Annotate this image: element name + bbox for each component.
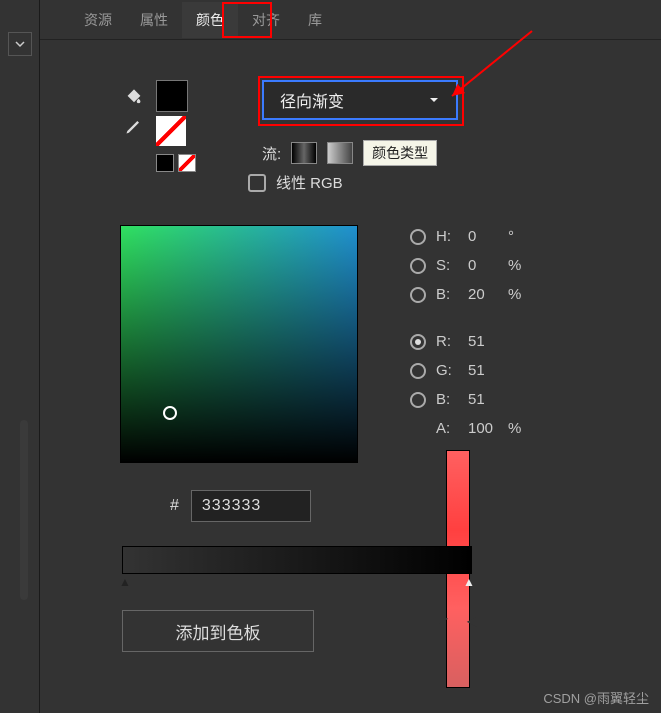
mini-swatch-black[interactable] — [156, 154, 174, 172]
radio-r[interactable] — [410, 334, 426, 350]
hex-row: # 333333 — [170, 490, 311, 522]
r-value[interactable]: 51 — [468, 333, 498, 350]
r-label: R: — [436, 333, 458, 350]
left-dropdown[interactable] — [8, 32, 32, 56]
b-value[interactable]: 20 — [468, 286, 498, 303]
s-unit: % — [508, 257, 521, 274]
tab-assets[interactable]: 资源 — [70, 2, 126, 38]
g-label: G: — [436, 362, 458, 379]
g-value[interactable]: 51 — [468, 362, 498, 379]
flow-option-reflect[interactable] — [291, 142, 317, 164]
b2-value[interactable]: 51 — [468, 391, 498, 408]
picker-cursor[interactable] — [163, 406, 177, 420]
a-label: A: — [436, 420, 458, 437]
radio-s[interactable] — [410, 258, 426, 274]
gradient-type-label: 径向渐变 — [280, 88, 344, 112]
color-picker-area — [120, 225, 358, 463]
radio-h[interactable] — [410, 229, 426, 245]
fill-swatch[interactable] — [156, 80, 188, 112]
hue-marker-right — [467, 611, 479, 631]
gradient-stop-end[interactable] — [463, 573, 475, 585]
gradient-stop-start[interactable] — [119, 573, 131, 585]
tab-library[interactable]: 库 — [294, 2, 336, 38]
b2-label: B: — [436, 391, 458, 408]
radio-b[interactable] — [410, 287, 426, 303]
flow-label: 流: — [262, 143, 281, 164]
hex-prefix: # — [170, 497, 179, 515]
tab-align[interactable]: 对齐 — [238, 2, 294, 38]
watermark: CSDN @雨翼轻尘 — [543, 688, 649, 707]
flow-controls: 流: 颜色类型 — [262, 140, 437, 166]
radio-b2[interactable] — [410, 392, 426, 408]
h-value[interactable]: 0 — [468, 228, 498, 245]
gradient-bar[interactable] — [122, 546, 472, 574]
add-to-swatches-button[interactable]: 添加到色板 — [122, 610, 314, 652]
linear-rgb-checkbox[interactable] — [248, 174, 266, 192]
a-unit: % — [508, 420, 521, 437]
b-label: B: — [436, 286, 458, 303]
h-unit: ° — [508, 228, 514, 245]
tab-color[interactable]: 颜色 — [182, 2, 238, 38]
chevron-down-icon — [428, 94, 440, 106]
color-panel: 资源 属性 颜色 对齐 库 径向渐变 — [40, 0, 661, 713]
stroke-swatch-none[interactable] — [156, 116, 186, 146]
h-label: H: — [436, 228, 458, 245]
pencil-icon[interactable] — [120, 112, 148, 140]
a-value[interactable]: 100 — [468, 420, 498, 437]
gradient-type-dropdown[interactable]: 径向渐变 — [262, 80, 458, 120]
tab-properties[interactable]: 属性 — [126, 2, 182, 38]
linear-rgb-row: 线性 RGB — [248, 172, 343, 193]
s-value[interactable]: 0 — [468, 257, 498, 274]
linear-rgb-label: 线性 RGB — [276, 172, 343, 193]
s-label: S: — [436, 257, 458, 274]
b-unit: % — [508, 286, 521, 303]
left-rail — [0, 0, 40, 713]
flow-option-repeat[interactable] — [327, 142, 353, 164]
radio-g[interactable] — [410, 363, 426, 379]
scrollbar[interactable] — [20, 420, 28, 600]
hue-marker-left — [439, 611, 448, 625]
tooltip-color-type: 颜色类型 — [363, 140, 437, 166]
panel-tabs: 资源 属性 颜色 对齐 库 — [40, 0, 661, 40]
hex-input[interactable]: 333333 — [191, 490, 311, 522]
sv-picker[interactable] — [120, 225, 358, 463]
mini-swatch-none[interactable] — [178, 154, 196, 172]
bucket-icon[interactable] — [120, 80, 148, 108]
color-values: H: 0 ° S: 0% B: 20% R: 51 G: 51 B: 51 A: 100% — [410, 228, 521, 437]
fill-stroke-tools — [120, 80, 196, 172]
